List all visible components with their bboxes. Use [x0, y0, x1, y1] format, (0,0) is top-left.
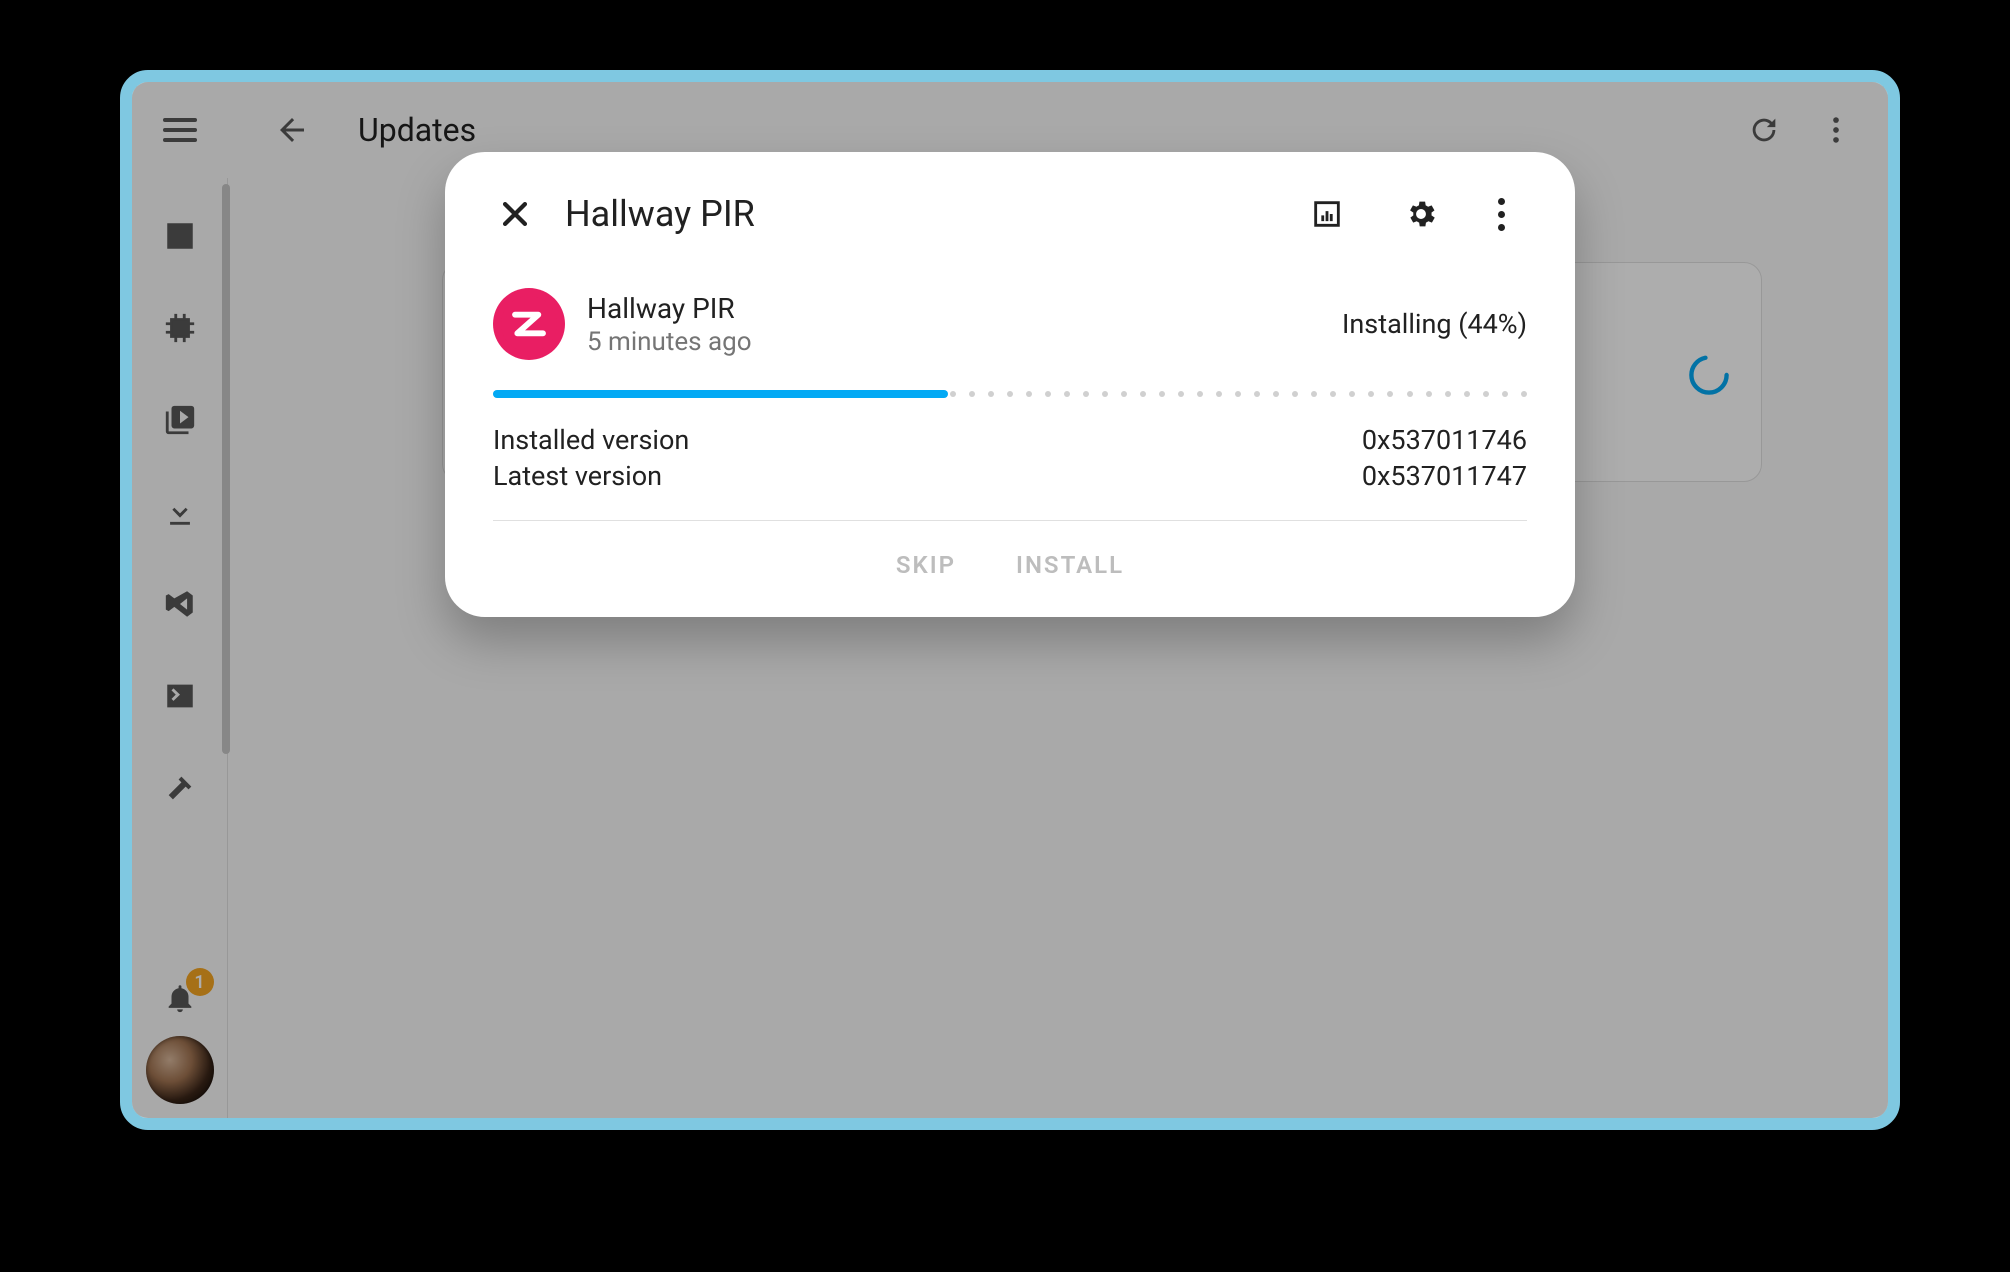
install-button[interactable]: INSTALL	[1016, 551, 1124, 579]
close-icon	[498, 197, 532, 231]
device-timestamp: 5 minutes ago	[587, 327, 1320, 357]
app-window: Updates	[120, 70, 1900, 1130]
dot-icon	[1498, 224, 1505, 231]
latest-version-row: Latest version 0x537011747	[493, 458, 1527, 494]
settings-button[interactable]	[1395, 188, 1447, 240]
progress-bar	[493, 390, 1527, 398]
device-name: Hallway PIR	[587, 292, 1320, 325]
zigbee-icon	[493, 288, 565, 360]
installed-version-label: Installed version	[493, 424, 689, 456]
install-status: Installing (44%)	[1342, 308, 1527, 340]
update-dialog: Hallway PIR Hallway PIR 5 minutes ago In…	[445, 152, 1575, 617]
dialog-header: Hallway PIR	[493, 188, 1527, 240]
gear-icon	[1404, 197, 1438, 231]
latest-version-label: Latest version	[493, 460, 662, 492]
version-info: Installed version 0x537011746 Latest ver…	[493, 422, 1527, 494]
dot-icon	[1498, 211, 1505, 218]
dialog-actions: SKIP INSTALL	[493, 521, 1527, 589]
dialog-more-button[interactable]	[1475, 198, 1527, 231]
latest-version-value: 0x537011747	[1362, 460, 1527, 492]
progress-fill	[493, 390, 948, 398]
dot-icon	[1498, 198, 1505, 205]
device-text: Hallway PIR 5 minutes ago	[587, 292, 1320, 357]
skip-button[interactable]: SKIP	[896, 551, 956, 579]
close-button[interactable]	[493, 192, 537, 236]
device-summary-row: Hallway PIR 5 minutes ago Installing (44…	[493, 288, 1527, 360]
history-button[interactable]	[1301, 188, 1353, 240]
dialog-title: Hallway PIR	[565, 193, 1259, 235]
installed-version-value: 0x537011746	[1362, 424, 1527, 456]
chart-box-icon	[1310, 197, 1344, 231]
installed-version-row: Installed version 0x537011746	[493, 422, 1527, 458]
